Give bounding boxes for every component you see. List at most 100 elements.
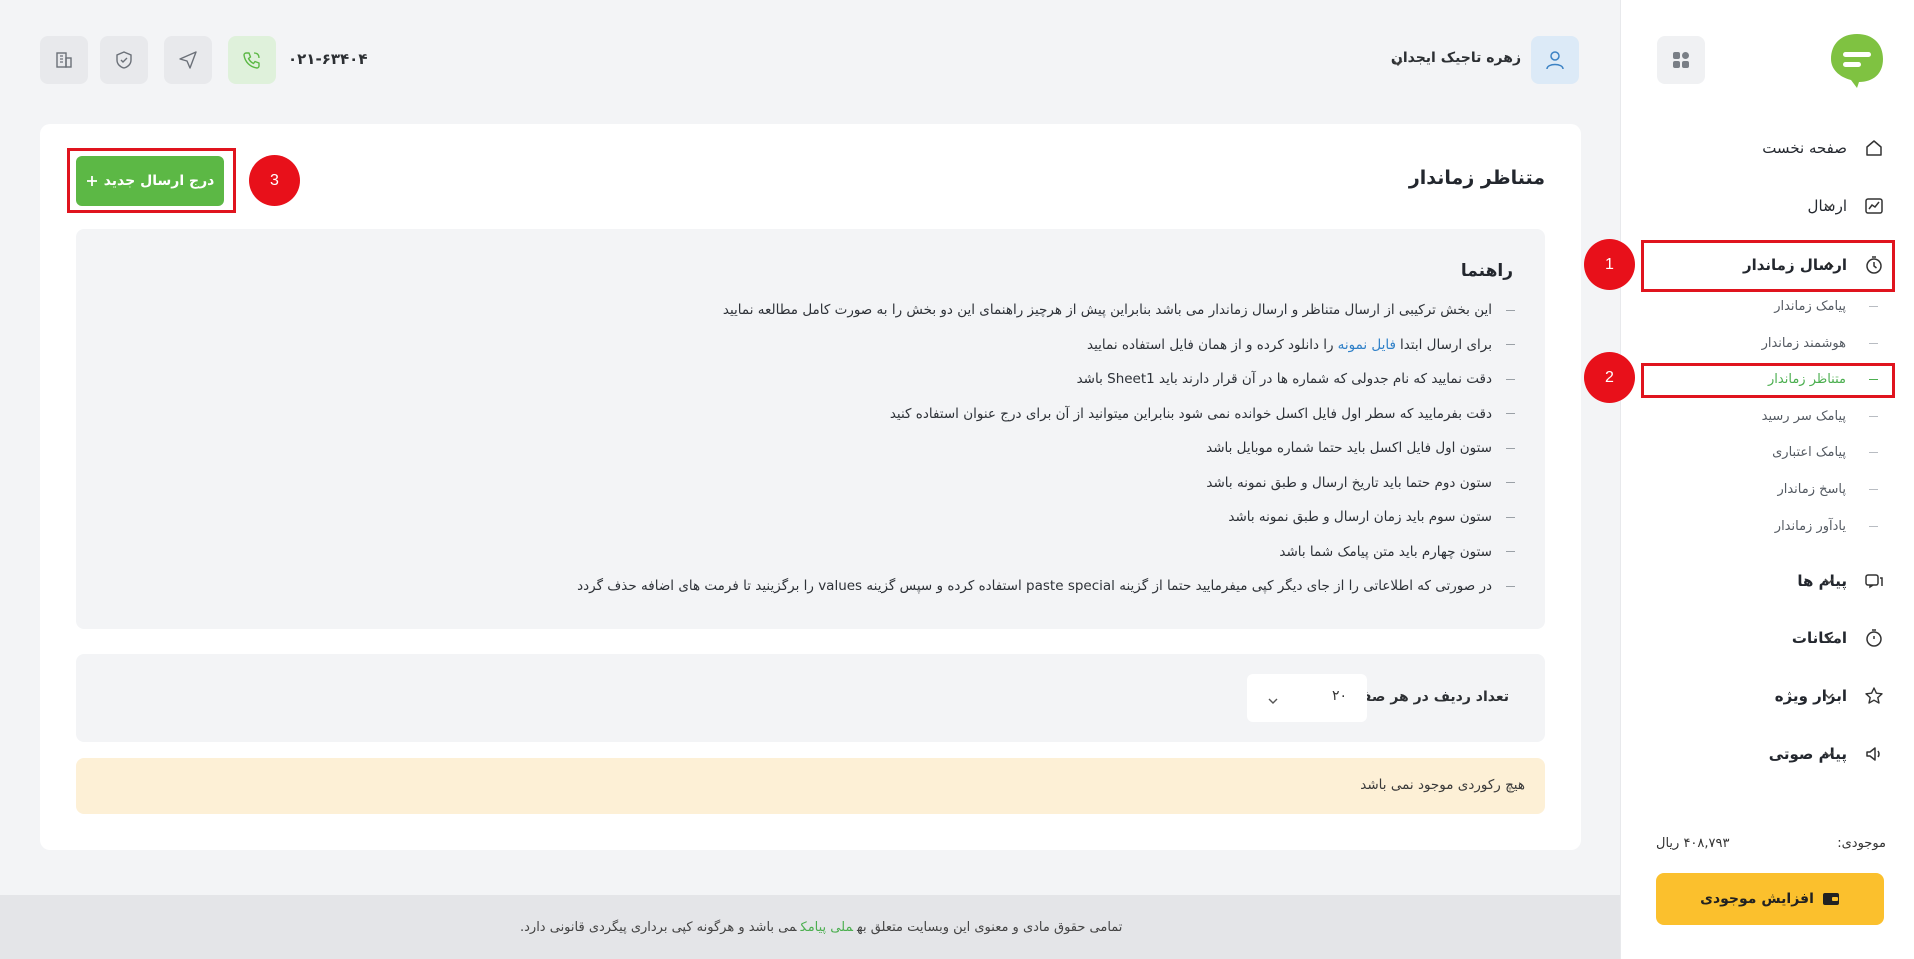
dash: [1869, 415, 1878, 417]
annotation-marker-2: 2: [1584, 352, 1635, 403]
dash: [1506, 551, 1515, 553]
sidebar-subitem-label: هوشمند زماندار: [1761, 335, 1846, 351]
sidebar-item-messages[interactable]: پیام ها: [1620, 559, 1914, 603]
building-button[interactable]: [40, 36, 88, 84]
sidebar-item-special-tools[interactable]: ابزار ویژه: [1620, 674, 1914, 718]
sidebar-item-label: ابزار ویژه: [1774, 687, 1847, 705]
sidebar-item-label: صفحه نخست: [1762, 139, 1847, 157]
chevron-down-icon: [1822, 199, 1836, 213]
sidebar-subitem-smart-scheduled[interactable]: هوشمند زماندار: [1620, 328, 1914, 358]
sidebar-item-send[interactable]: ارسال: [1620, 184, 1914, 228]
stopwatch-icon: [1862, 626, 1886, 650]
wallet-icon: [1822, 893, 1839, 905]
sidebar-subitem-credit-sms[interactable]: پیامک اعتباری: [1620, 437, 1914, 467]
sidebar-item-scheduled-send[interactable]: ارسال زماندار: [1620, 243, 1914, 287]
plus-icon: [86, 176, 97, 186]
empty-records-text: هیچ رکوردی موجود نمی باشد: [1360, 777, 1525, 793]
paper-plane-icon: [179, 51, 197, 69]
dash: [1869, 378, 1878, 380]
home-icon: [1862, 136, 1886, 160]
security-button[interactable]: [100, 36, 148, 84]
building-icon: [56, 52, 72, 68]
guide-item: دقت بفرمایید که سطر اول فایل اکسل خوانده…: [577, 397, 1515, 432]
sidebar-item-features[interactable]: امکانات: [1620, 616, 1914, 660]
annotation-marker-1: 1: [1584, 239, 1635, 290]
sidebar-item-voice-message[interactable]: پیام صوتی: [1620, 732, 1914, 776]
dash: [1506, 413, 1515, 415]
dash: [1869, 488, 1878, 490]
dash: [1506, 585, 1515, 587]
dash: [1506, 309, 1515, 311]
dash: [1506, 378, 1515, 380]
page-title: متناظر زماندار: [1408, 167, 1545, 189]
support-phone-number[interactable]: ۰۲۱-۶۳۴۰۴: [288, 50, 367, 68]
guide-item: این بخش ترکیبی از ارسال متناظر و ارسال ز…: [577, 293, 1515, 328]
guide-item: ستون اول فایل اکسل باید حتما شماره موبای…: [577, 431, 1515, 466]
guide-list: این بخش ترکیبی از ارسال متناظر و ارسال ز…: [577, 293, 1515, 604]
sidebar-subitem-scheduled-reminder[interactable]: یادآور زماندار: [1620, 511, 1914, 541]
guide-item-text: ستون دوم حتما باید تاریخ ارسال و طبق نمو…: [1206, 474, 1492, 491]
increase-balance-label: افزایش موجودی: [1700, 891, 1814, 907]
dash: [1869, 305, 1878, 307]
sidebar-subitem-label: پیامک سر رسید: [1761, 408, 1846, 424]
sidebar-item-home[interactable]: صفحه نخست: [1620, 126, 1914, 170]
sidebar-subitem-scheduled-sms[interactable]: پیامک زماندار: [1620, 291, 1914, 321]
sidebar-subitem-matched-scheduled[interactable]: متناظر زماندار: [1620, 364, 1914, 394]
guide-item: ستون چهارم باید متن پیامک شما باشد: [577, 535, 1515, 570]
sample-file-link[interactable]: فایل نمونه: [1338, 337, 1396, 353]
guide-item: برای ارسال ابتدا فایل نمونه را دانلود کرده…: [577, 328, 1515, 363]
send-button[interactable]: [164, 36, 212, 84]
user-avatar[interactable]: [1531, 36, 1579, 84]
user-name[interactable]: زهره تاجیک ایجدان: [1391, 50, 1521, 66]
phone-call-icon: [243, 52, 260, 69]
balance-label: موجودی:: [1837, 836, 1886, 851]
rows-per-page-select[interactable]: ۲۰: [1247, 674, 1367, 722]
sidebar-subitem-scheduled-reply[interactable]: پاسخ زماندار: [1620, 474, 1914, 504]
sidebar-subitem-label: پاسخ زماندار: [1777, 481, 1846, 497]
sidebar-subitem-label: پیامک اعتباری: [1772, 444, 1846, 460]
sidebar-subitem-label: پیامک زماندار: [1774, 298, 1846, 314]
chevron-down-icon: [1822, 574, 1836, 588]
dash: [1506, 516, 1515, 518]
guide-item-text: در صورتی که اطلاعاتی را از جای دیگر کپی …: [577, 578, 1492, 595]
rows-per-page-value: ۲۰: [1331, 688, 1347, 704]
guide-item-text: ستون اول فایل اکسل باید حتما شماره موبای…: [1206, 440, 1492, 457]
messages-icon: [1862, 569, 1886, 593]
chevron-down-icon: [1822, 631, 1836, 645]
apps-grid-button[interactable]: [1657, 36, 1705, 84]
guide-item: ستون سوم باید زمان ارسال و طبق نمونه باش…: [577, 500, 1515, 535]
chevron-down-icon: [1822, 747, 1836, 761]
new-send-label: درج ارسال جدید: [103, 173, 215, 189]
copyright-pre: تمامی حقوق مادی و معنوی این وبسایت متعلق…: [856, 920, 1123, 935]
dash: [1869, 525, 1878, 527]
dash: [1506, 447, 1515, 449]
dash: [1869, 342, 1878, 344]
empty-records-alert: هیچ رکوردی موجود نمی باشد: [76, 758, 1545, 814]
guide-item: دقت نمایید که نام جدولی که شماره ها در آ…: [577, 362, 1515, 397]
sidebar-subitem-due-sms[interactable]: پیامک سر رسید: [1620, 401, 1914, 431]
increase-balance-button[interactable]: افزایش موجودی: [1656, 873, 1884, 925]
logo-icon[interactable]: [1829, 32, 1885, 88]
send-chart-icon: [1862, 194, 1886, 218]
balance-value: ۴۰۸,۷۹۳ ریال: [1656, 836, 1730, 851]
guide-item-text: دقت بفرمایید که سطر اول فایل اکسل خوانده…: [889, 405, 1492, 422]
rows-per-page-bar: تعداد ردیف در هر صفحه : ۲۰: [76, 654, 1545, 742]
copyright-text: تمامی حقوق مادی و معنوی این وبسایت متعلق…: [520, 920, 1122, 935]
user-icon: [1546, 51, 1564, 70]
chevron-up-icon: [1822, 258, 1836, 272]
guide-item-text: برای ارسال ابتدا: [1399, 336, 1492, 353]
timer-icon: [1862, 253, 1886, 277]
annotation-marker-3: 3: [249, 155, 300, 206]
brand-link[interactable]: ملی پیامک: [801, 920, 853, 935]
dash: [1506, 344, 1515, 346]
chevron-down-icon: [1822, 689, 1836, 703]
support-phone-button[interactable]: [228, 36, 276, 84]
shield-check-icon: [116, 51, 132, 69]
dash: [1869, 451, 1878, 453]
chevron-down-icon[interactable]: [1392, 54, 1404, 67]
main-card: متناظر زماندار درج ارسال جدید راهنما این…: [40, 124, 1581, 850]
footer: تمامی حقوق مادی و معنوی این وبسایت متعلق…: [0, 895, 1620, 959]
grid-icon: [1673, 52, 1689, 68]
new-send-button[interactable]: درج ارسال جدید: [76, 156, 224, 206]
dash: [1506, 482, 1515, 484]
